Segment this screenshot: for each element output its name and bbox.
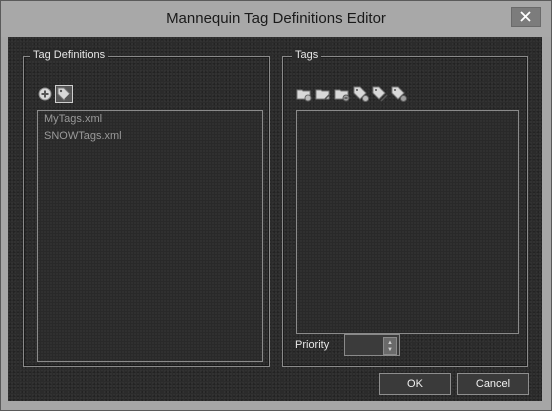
tag-add-icon bbox=[353, 86, 369, 102]
tag-definitions-list[interactable]: MyTags.xml SNOWTags.xml bbox=[37, 110, 263, 362]
close-icon bbox=[520, 11, 531, 22]
add-group-button[interactable] bbox=[296, 86, 312, 102]
add-tag-button[interactable] bbox=[353, 86, 369, 102]
add-definition-button[interactable] bbox=[37, 86, 53, 102]
spin-up-icon[interactable]: ▲ bbox=[387, 340, 393, 346]
priority-label: Priority bbox=[295, 339, 330, 351]
folder-edit-icon bbox=[315, 89, 331, 100]
tags-tree[interactable] bbox=[296, 110, 519, 334]
window-title: Mannequin Tag Definitions Editor bbox=[166, 10, 386, 27]
tag-definitions-toolbar bbox=[37, 85, 73, 103]
spin-down-icon[interactable]: ▼ bbox=[387, 347, 393, 353]
list-item[interactable]: SNOWTags.xml bbox=[38, 128, 262, 145]
close-button[interactable] bbox=[511, 7, 541, 27]
folder-delete-icon bbox=[334, 89, 350, 102]
edit-tag-button[interactable] bbox=[372, 86, 388, 102]
list-item[interactable]: MyTags.xml bbox=[38, 111, 262, 128]
title-bar[interactable]: Mannequin Tag Definitions Editor bbox=[1, 1, 551, 37]
dialog-window: Mannequin Tag Definitions Editor Tag Def… bbox=[0, 0, 552, 411]
tag-definitions-label: Tag Definitions bbox=[30, 49, 109, 61]
edit-group-button[interactable] bbox=[315, 86, 331, 102]
priority-stepper[interactable]: ▲ ▼ bbox=[344, 334, 400, 356]
folder-add-icon bbox=[296, 89, 312, 102]
tag-definitions-group: Tag Definitions MyTags.xml SNOWTags.xml bbox=[23, 49, 270, 367]
ok-button[interactable]: OK bbox=[379, 373, 451, 395]
edit-definition-button[interactable] bbox=[55, 85, 73, 103]
tag-edit-icon bbox=[372, 86, 388, 102]
tag-delete-icon bbox=[391, 86, 407, 102]
delete-group-button[interactable] bbox=[334, 86, 350, 102]
tags-toolbar bbox=[296, 86, 407, 102]
tags-group: Tags Priority ▲ ▼ bbox=[282, 49, 528, 367]
cancel-button[interactable]: Cancel bbox=[457, 373, 529, 395]
tags-label: Tags bbox=[292, 49, 322, 61]
tag-edit-icon bbox=[57, 87, 71, 101]
delete-tag-button[interactable] bbox=[391, 86, 407, 102]
dialog-client-area: Tag Definitions MyTags.xml SNOWTags.xml … bbox=[8, 37, 542, 401]
add-circle-icon bbox=[38, 87, 52, 101]
priority-spin-buttons[interactable]: ▲ ▼ bbox=[383, 337, 397, 355]
